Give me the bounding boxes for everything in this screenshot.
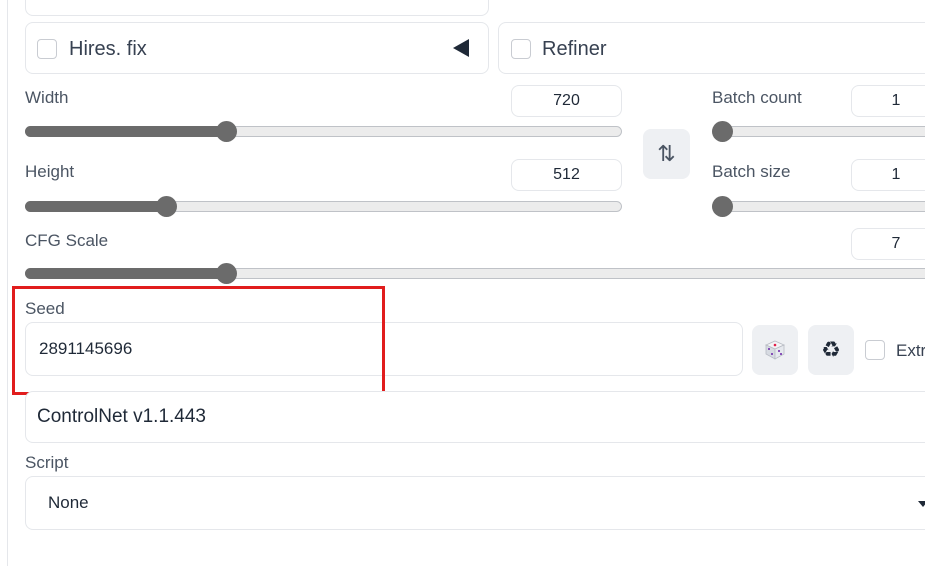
width-slider[interactable] bbox=[25, 121, 622, 142]
batch-size-label: Batch size bbox=[712, 162, 791, 181]
dice-icon bbox=[765, 340, 785, 360]
batch-count-label: Batch count bbox=[712, 88, 802, 107]
batch-size-slider[interactable] bbox=[712, 196, 925, 217]
cfg-scale-number-input[interactable]: 7 bbox=[851, 228, 925, 260]
cfg-scale-label: CFG Scale bbox=[25, 231, 109, 250]
height-label: Height bbox=[25, 162, 75, 181]
height-slider-fill bbox=[25, 201, 167, 212]
controlnet-label: ControlNet v1.1.443 bbox=[37, 406, 206, 427]
width-slider-thumb[interactable] bbox=[216, 121, 237, 142]
left-divider bbox=[7, 0, 8, 566]
top-panel-edge bbox=[25, 0, 489, 16]
seed-highlight-box bbox=[12, 286, 385, 395]
swap-dimensions-button[interactable]: ⇅ bbox=[643, 129, 690, 179]
batch-count-slider[interactable] bbox=[712, 121, 925, 142]
width-slider-fill bbox=[25, 126, 227, 137]
batch-count-slider-thumb[interactable] bbox=[712, 121, 733, 142]
cfg-scale-slider[interactable] bbox=[25, 263, 925, 284]
width-number-input[interactable]: 720 bbox=[511, 85, 622, 117]
batch-size-number-input[interactable]: 1 bbox=[851, 159, 925, 191]
hires-fix-label: Hires. fix bbox=[69, 38, 147, 60]
triangle-left-icon[interactable] bbox=[453, 39, 469, 57]
height-slider[interactable] bbox=[25, 196, 622, 217]
script-selected-value: None bbox=[48, 493, 89, 512]
extra-seed-label: Extra bbox=[896, 341, 925, 360]
hires-fix-accordion[interactable]: Hires. fix bbox=[25, 22, 489, 74]
random-seed-button[interactable] bbox=[752, 325, 798, 375]
controlnet-accordion[interactable]: ControlNet v1.1.443 bbox=[25, 391, 925, 443]
refiner-accordion[interactable]: Refiner bbox=[498, 22, 925, 74]
caret-down-icon[interactable] bbox=[918, 501, 925, 507]
height-number-input[interactable]: 512 bbox=[511, 159, 622, 191]
refiner-label: Refiner bbox=[542, 38, 607, 60]
extra-seed-checkbox[interactable] bbox=[865, 340, 885, 360]
refiner-checkbox[interactable] bbox=[511, 39, 531, 59]
swap-dimensions-icon: ⇅ bbox=[657, 141, 676, 166]
batch-count-number-input[interactable]: 1 bbox=[851, 85, 925, 117]
cfg-scale-slider-thumb[interactable] bbox=[216, 263, 237, 284]
reuse-seed-button[interactable]: ♻ bbox=[808, 325, 854, 375]
hires-fix-checkbox[interactable] bbox=[37, 39, 57, 59]
cfg-scale-slider-fill bbox=[25, 268, 226, 279]
batch-size-slider-thumb[interactable] bbox=[712, 196, 733, 217]
recycle-icon: ♻ bbox=[821, 337, 841, 362]
script-label: Script bbox=[25, 453, 69, 472]
script-dropdown[interactable]: None bbox=[25, 476, 925, 530]
height-slider-thumb[interactable] bbox=[156, 196, 177, 217]
width-label: Width bbox=[25, 88, 69, 107]
